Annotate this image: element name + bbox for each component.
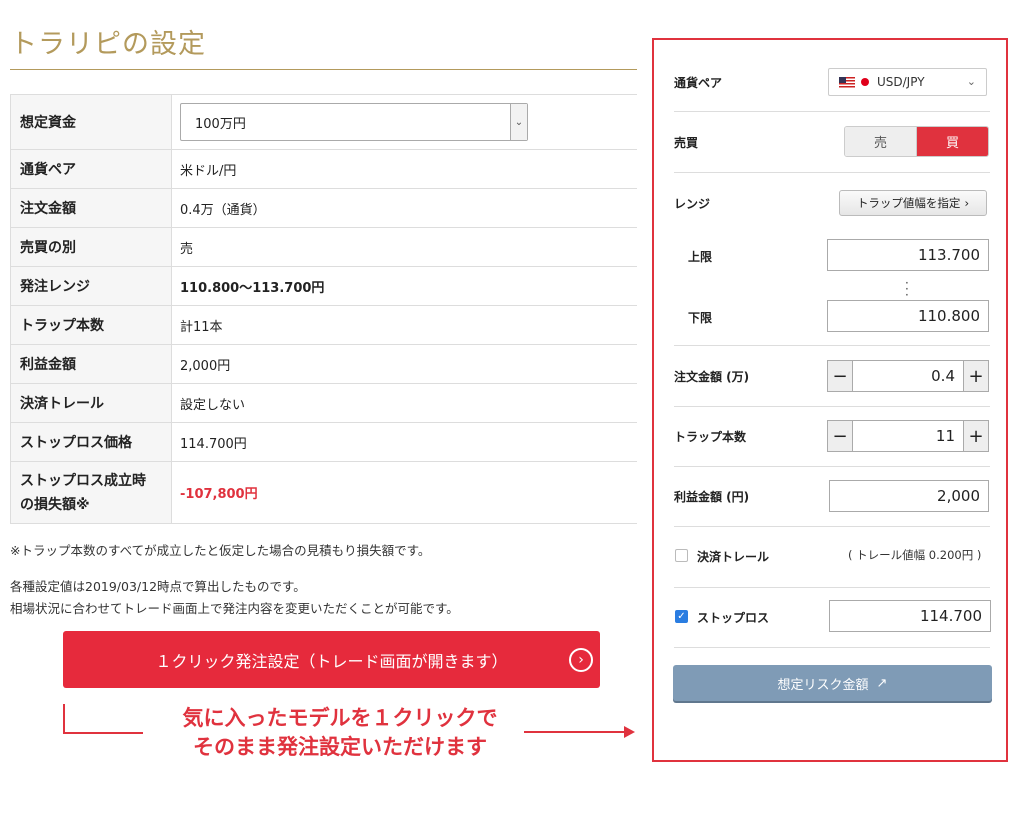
table-row: ストップロス価格 114.700円 <box>10 422 637 462</box>
amount-stepper: − 0.4 + <box>827 360 989 392</box>
table-row: 発注レンジ 110.800〜113.700円 <box>10 266 637 306</box>
callout-arrow <box>524 731 624 733</box>
chevron-right-icon: › <box>964 196 970 210</box>
row-label-stoploss-loss: ストップロス成立時 の損失額※ <box>10 461 172 524</box>
row-label-stoploss-price: ストップロス価格 <box>10 422 172 462</box>
upper-input[interactable]: 113.700 <box>827 239 989 271</box>
row-value-amount: 0.4万（通貨） <box>171 188 637 228</box>
divider <box>674 466 990 467</box>
stoploss-label: ストップロス <box>697 611 770 625</box>
amount-label: 注文金額 (万) <box>674 370 750 384</box>
footnote: ※トラップ本数のすべてが成立したと仮定した場合の見積もり損失額です。 <box>10 543 431 558</box>
amount-increment-button[interactable]: + <box>963 361 988 391</box>
row-label-traps: トラップ本数 <box>10 305 172 345</box>
buy-button[interactable]: 買 <box>917 127 988 156</box>
table-row: 想定資金 100万円 ⌄ <box>10 94 637 150</box>
divider <box>674 345 990 346</box>
vertical-dots-icon: · · · <box>905 276 909 302</box>
jp-flag-icon <box>861 78 869 86</box>
amount-decrement-button[interactable]: − <box>828 361 853 391</box>
divider <box>674 647 990 648</box>
risk-amount-button[interactable]: 想定リスク金額 ↗ <box>673 665 992 701</box>
traps-stepper: − 11 + <box>827 420 989 452</box>
trail-width-note: ( トレール値幅 0.200円 ) <box>848 548 982 562</box>
chevron-right-circle-icon: › <box>569 648 593 672</box>
callout-text: 気に入ったモデルを１クリックで そのまま発注設定いただけます <box>182 706 498 759</box>
calc-time-note: 各種設定値は2019/03/12時点で算出したものです。 <box>10 579 306 594</box>
arrow-right-icon <box>624 726 635 738</box>
row-label-profit: 利益金額 <box>10 344 172 384</box>
traps-increment-button[interactable]: + <box>963 421 988 451</box>
trail-checkbox[interactable] <box>675 549 688 562</box>
trap-width-button[interactable]: トラップ値幅を指定 › <box>839 190 987 216</box>
pair-label: 通貨ペア <box>674 76 723 90</box>
traps-input[interactable]: 11 <box>853 421 963 451</box>
traps-decrement-button[interactable]: − <box>828 421 853 451</box>
sell-button[interactable]: 売 <box>845 127 917 156</box>
row-value-pair: 米ドル/円 <box>171 149 637 189</box>
range-label: レンジ <box>674 197 711 211</box>
callout-bracket <box>63 704 143 734</box>
upper-label: 上限 <box>688 250 713 264</box>
table-row: 注文金額 0.4万（通貨） <box>10 188 637 228</box>
capital-select[interactable]: 100万円 ⌄ <box>180 103 528 141</box>
row-value-trail: 設定しない <box>171 383 637 423</box>
one-click-order-label: １クリック発注設定（トレード画面が開きます） <box>155 651 508 671</box>
row-value-profit: 2,000円 <box>171 344 637 384</box>
pair-select[interactable]: USD/JPY ⌄ <box>828 68 987 96</box>
order-settings-panel: 通貨ペア USD/JPY ⌄ 売買 売 買 レンジ トラップ値幅を指定 › 上限… <box>652 38 1008 762</box>
row-label-range: 発注レンジ <box>10 266 172 306</box>
side-toggle: 売 買 <box>844 126 989 157</box>
traps-label: トラップ本数 <box>674 430 747 444</box>
side-label: 売買 <box>674 136 699 150</box>
us-flag-icon <box>839 76 855 88</box>
stoploss-input[interactable]: 114.700 <box>829 600 991 632</box>
chevron-down-icon: ⌄ <box>966 75 976 88</box>
page-title: トラリピの設定 <box>10 29 206 60</box>
profit-input[interactable]: 2,000 <box>829 480 989 512</box>
row-value-traps: 計11本 <box>171 305 637 345</box>
table-row: 決済トレール 設定しない <box>10 383 637 423</box>
divider <box>674 172 990 173</box>
divider <box>674 587 990 588</box>
external-link-icon: ↗ <box>876 675 888 691</box>
profit-label: 利益金額 (円) <box>674 490 750 504</box>
change-info-note: 相場状況に合わせてトレード画面上で発注内容を変更いただくことが可能です。 <box>10 601 459 616</box>
chevron-down-icon: ⌄ <box>510 104 527 140</box>
capital-select-value: 100万円 <box>195 116 246 132</box>
title-divider <box>10 69 637 70</box>
lower-label: 下限 <box>688 311 713 325</box>
divider <box>674 526 990 527</box>
table-row: 利益金額 2,000円 <box>10 344 637 384</box>
one-click-order-button[interactable]: １クリック発注設定（トレード画面が開きます） › <box>63 631 600 688</box>
stoploss-checkbox[interactable]: ✓ <box>675 610 688 623</box>
row-label-side: 売買の別 <box>10 227 172 267</box>
row-value-stoploss-price: 114.700円 <box>171 422 637 462</box>
divider <box>674 406 990 407</box>
table-row: 売買の別 売 <box>10 227 637 267</box>
row-label-amount: 注文金額 <box>10 188 172 228</box>
row-label-pair: 通貨ペア <box>10 149 172 189</box>
row-value-side: 売 <box>171 227 637 267</box>
table-row: ストップロス成立時 の損失額※ -107,800円 <box>10 461 637 524</box>
row-label-trail: 決済トレール <box>10 383 172 423</box>
row-label-capital: 想定資金 <box>10 94 172 150</box>
trail-label: 決済トレール <box>697 550 770 564</box>
row-value-range: 110.800〜113.700円 <box>171 266 637 306</box>
pair-select-value: USD/JPY <box>877 75 925 89</box>
settings-summary-table: 想定資金 100万円 ⌄ 通貨ペア 米ドル/円 注文金額 0.4万（通貨） 売買… <box>10 94 637 524</box>
amount-input[interactable]: 0.4 <box>853 361 963 391</box>
table-row: トラップ本数 計11本 <box>10 305 637 345</box>
table-row: 通貨ペア 米ドル/円 <box>10 149 637 189</box>
row-value-stoploss-loss: -107,800円 <box>171 461 637 524</box>
divider <box>674 111 990 112</box>
lower-input[interactable]: 110.800 <box>827 300 989 332</box>
